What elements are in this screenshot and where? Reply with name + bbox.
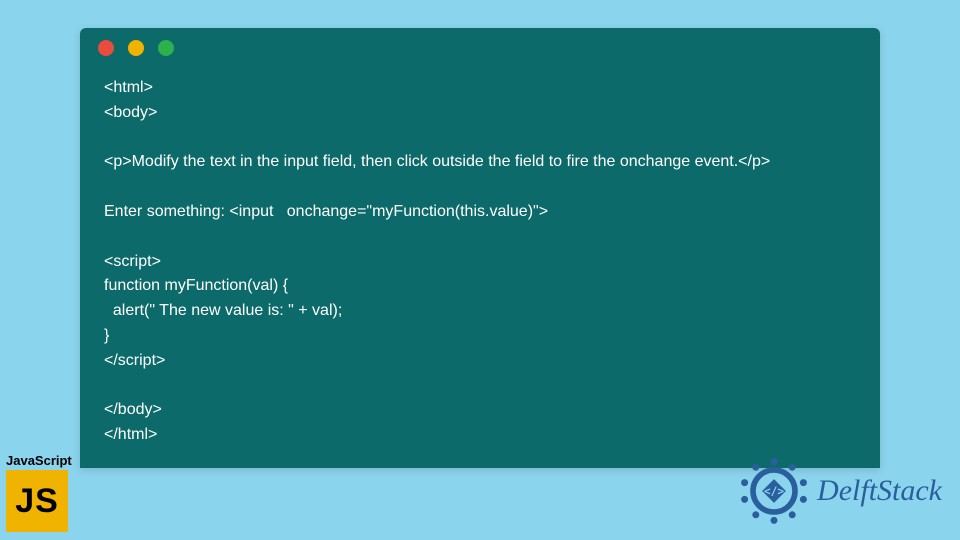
window-maximize-dot [158, 40, 174, 56]
code-body: <html> <body> <p>Modify the text in the … [80, 68, 880, 468]
svg-text:</>: </> [764, 485, 784, 498]
javascript-tile-icon: JS [6, 470, 68, 532]
javascript-tile-text: JS [15, 482, 59, 521]
brand: </> DelftStack [739, 456, 942, 526]
brand-name: DelftStack [817, 474, 942, 508]
window-minimize-dot [128, 40, 144, 56]
brand-logo-icon: </> [739, 456, 809, 526]
javascript-badge: JavaScript JS [6, 453, 72, 532]
code-window: <html> <body> <p>Modify the text in the … [80, 28, 880, 468]
window-close-dot [98, 40, 114, 56]
window-titlebar [80, 28, 880, 68]
javascript-label: JavaScript [6, 453, 72, 468]
